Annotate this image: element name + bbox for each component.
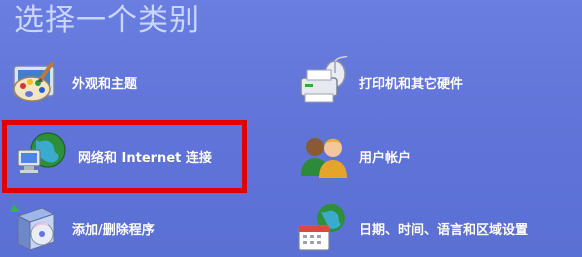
category-label: 添加/删除程序 — [72, 222, 155, 238]
category-appearance-themes[interactable]: 外观和主题 — [8, 54, 137, 110]
category-label: 用户帐户 — [359, 150, 412, 166]
category-date-time-language[interactable]: 日期、时间、语言和区域设置 — [295, 200, 528, 256]
category-add-remove-programs[interactable]: 添加/删除程序 — [8, 200, 155, 256]
highlight-frame — [2, 120, 247, 193]
appearance-themes-icon — [8, 56, 64, 108]
add-remove-programs-icon — [8, 202, 64, 254]
date-time-language-icon — [295, 202, 351, 254]
printer-hardware-icon — [295, 56, 351, 108]
category-label: 打印机和其它硬件 — [359, 76, 464, 92]
category-user-accounts[interactable]: 用户帐户 — [295, 128, 411, 184]
page-title: 选择一个类别 — [14, 3, 200, 38]
control-panel-category-view: 选择一个类别 外观和主题 打印机和其它硬件 网络和 Internet 连接 用户… — [0, 0, 582, 257]
user-accounts-icon — [295, 130, 351, 182]
category-printers-hardware[interactable]: 打印机和其它硬件 — [295, 54, 463, 110]
category-label: 外观和主题 — [72, 76, 138, 92]
category-label: 日期、时间、语言和区域设置 — [359, 222, 529, 238]
